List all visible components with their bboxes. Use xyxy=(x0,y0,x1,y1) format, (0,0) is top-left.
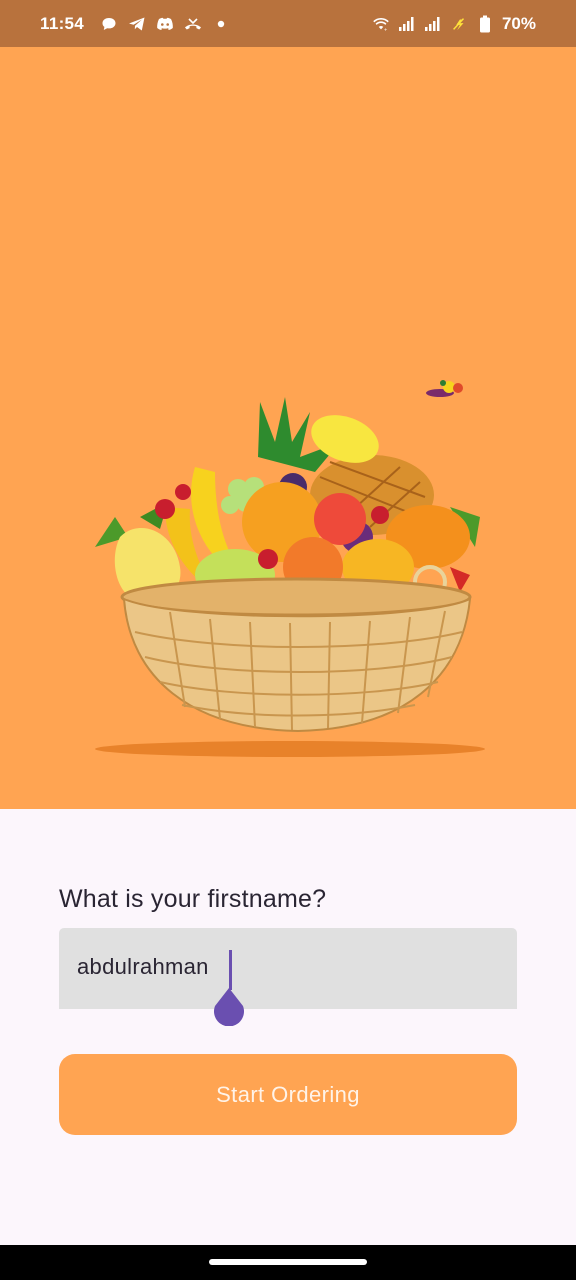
small-fruit-sticker xyxy=(426,380,463,397)
dot-icon xyxy=(212,15,230,33)
order-form: What is your firstname? abdulrahman Star… xyxy=(0,809,576,1245)
battery-percentage: 70% xyxy=(501,13,536,33)
status-left: 11:54 xyxy=(40,14,230,34)
text-cursor-handle[interactable] xyxy=(212,986,246,1026)
fruit-basket-illustration xyxy=(95,380,485,757)
status-bar: 11:54 + 70% xyxy=(0,0,576,47)
svg-text:+: + xyxy=(384,27,388,32)
chat-icon xyxy=(100,15,118,33)
start-ordering-button[interactable]: Start Ordering xyxy=(59,1054,517,1135)
wifi-icon: + xyxy=(372,15,390,33)
firstname-input-value[interactable]: abdulrahman xyxy=(77,954,209,980)
signal-icon xyxy=(398,15,416,33)
firstname-question: What is your firstname? xyxy=(59,885,327,913)
charging-icon xyxy=(450,15,468,33)
discord-icon xyxy=(156,15,174,33)
hero-banner xyxy=(0,47,576,809)
status-right: + 70% xyxy=(372,14,536,34)
home-indicator[interactable] xyxy=(209,1259,367,1265)
firstname-input[interactable]: abdulrahman xyxy=(59,928,517,1026)
missed-call-icon xyxy=(184,15,202,33)
signal-icon xyxy=(424,15,442,33)
basket-shadow xyxy=(95,741,485,757)
text-cursor xyxy=(229,950,232,990)
battery-icon xyxy=(476,15,494,33)
navigation-bar xyxy=(0,1245,576,1280)
telegram-icon xyxy=(128,15,146,33)
status-time: 11:54 xyxy=(40,13,85,33)
